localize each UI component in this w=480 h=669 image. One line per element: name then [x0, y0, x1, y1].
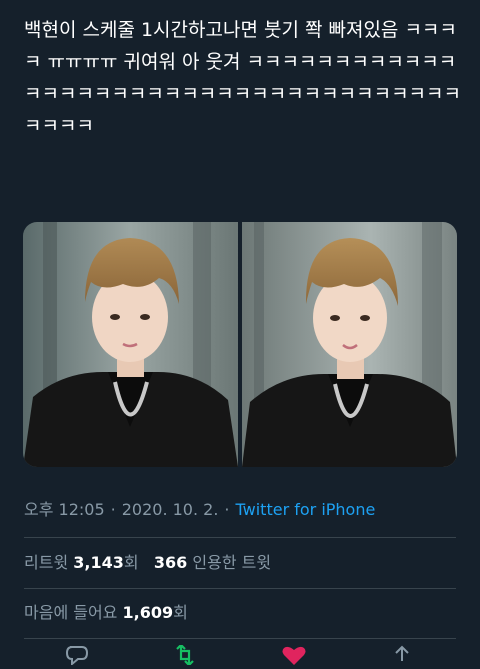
retweets-count: 3,143: [73, 553, 124, 572]
photo-left[interactable]: [23, 222, 238, 467]
like-icon[interactable]: [281, 645, 307, 665]
reply-icon[interactable]: [64, 645, 90, 667]
quotes-count: 366: [153, 553, 188, 572]
photo-right-image: [242, 222, 457, 467]
like-stats[interactable]: 마음에 들어요 1,609회: [24, 599, 188, 623]
retweets-label: 리트윗: [24, 553, 69, 572]
tweet-source-link[interactable]: Twitter for iPhone: [236, 500, 376, 519]
share-icon[interactable]: [389, 645, 415, 665]
photo-right[interactable]: [242, 222, 457, 467]
divider-middle: [24, 588, 456, 589]
divider-bottom: [24, 638, 456, 639]
tweet-text: 백현이 스케줄 1시간하고나면 붓기 쫙 빠져있음 ㅋㅋㅋㅋ ㅠㅠㅠㅠ 귀여워 …: [24, 19, 462, 137]
action-bar: [0, 643, 480, 667]
likes-label: 마음에 들어요: [24, 603, 118, 622]
retweet-stats[interactable]: 리트윗 3,143회 366 인용한 트윗: [24, 549, 271, 573]
tweet-date: 2020. 10. 2.: [121, 500, 219, 519]
media-grid[interactable]: [23, 222, 457, 467]
quotes-label: 인용한 트윗: [192, 553, 272, 572]
likes-count: 1,609: [122, 603, 174, 622]
likes-suffix: 회: [173, 603, 188, 622]
photo-left-image: [23, 222, 238, 467]
meta-separator-2: ·: [224, 500, 230, 519]
retweets-suffix: 회: [123, 553, 139, 572]
tweet-time: 오후 12:05: [24, 500, 105, 519]
meta-separator: ·: [110, 500, 116, 519]
retweet-icon[interactable]: [172, 643, 198, 667]
tweet-meta: 오후 12:05 · 2020. 10. 2. · Twitter for iPhone: [24, 496, 375, 520]
divider-top: [24, 537, 456, 538]
